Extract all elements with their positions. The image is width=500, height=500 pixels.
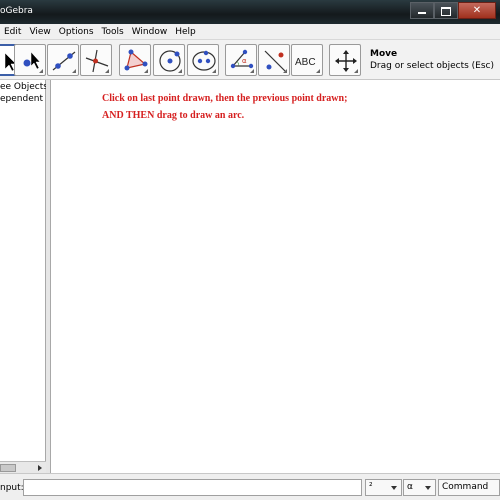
algebra-free-objects[interactable]: ee Objects (0, 82, 48, 92)
close-button[interactable]: ✕ (458, 2, 496, 19)
input-field[interactable] (23, 479, 362, 496)
conic-tool-button[interactable] (187, 44, 219, 76)
algebra-dependent-objects[interactable]: ependent O (0, 94, 53, 104)
algebra-view[interactable]: ee Objects ependent O (0, 80, 53, 473)
menu-bar: Edit View Options Tools Window Help (0, 24, 500, 40)
scrollbar-thumb[interactable] (0, 464, 16, 472)
line-tool-button[interactable] (47, 44, 79, 76)
chevron-down-icon (391, 486, 397, 490)
greek-dropdown-value: α (407, 482, 413, 492)
menu-options[interactable]: Options (55, 24, 98, 40)
move-graphics-tool-button[interactable] (329, 44, 361, 76)
menu-tools[interactable]: Tools (98, 24, 128, 40)
text-tool-label: ABC (295, 57, 316, 68)
title-bar: oGebra ✕ (0, 0, 500, 24)
menu-view[interactable]: View (25, 24, 54, 40)
chevron-down-icon (425, 486, 431, 490)
polygon-tool-button[interactable] (119, 44, 151, 76)
input-bar: nput: ² α Command ... (0, 473, 500, 500)
reflect-tool-button[interactable] (258, 44, 290, 76)
scroll-right-arrow-icon[interactable] (38, 465, 42, 471)
menu-help[interactable]: Help (171, 24, 200, 40)
selected-tool-name: Move (370, 49, 398, 59)
menu-edit[interactable]: Edit (0, 24, 25, 40)
text-tool-button[interactable]: ABC (291, 44, 323, 76)
graphics-view[interactable]: Click on last point drawn, then the prev… (51, 80, 500, 473)
maximize-button[interactable] (434, 2, 458, 19)
symbols-dropdown-value: ² (369, 482, 373, 492)
command-dropdown[interactable]: Command ... (438, 479, 500, 500)
tool-help: Move Drag or select objects (Esc) (370, 49, 494, 71)
selected-tool-description: Drag or select objects (Esc) (370, 61, 495, 71)
symbols-dropdown[interactable]: ² (365, 479, 402, 496)
minimize-button[interactable] (410, 2, 434, 19)
toolbar: α ABC Move Drag or select objects (Esc) (0, 40, 500, 80)
greek-letters-dropdown[interactable]: α (403, 479, 436, 496)
instruction-line-1: Click on last point drawn, then the prev… (102, 93, 348, 104)
algebra-horizontal-scrollbar[interactable] (0, 461, 46, 473)
input-label: nput: (0, 483, 24, 493)
circle-tool-button[interactable] (153, 44, 185, 76)
window-title: oGebra (0, 6, 33, 16)
svg-text:α: α (242, 57, 247, 65)
menu-window[interactable]: Window (128, 24, 172, 40)
perpendicular-line-tool-button[interactable] (80, 44, 112, 76)
command-dropdown-value: Command ... (442, 482, 489, 500)
instruction-line-2: AND THEN drag to draw an arc. (102, 110, 245, 121)
point-tool-button[interactable] (14, 44, 46, 76)
window-controls: ✕ (410, 2, 496, 20)
angle-tool-button[interactable]: α (225, 44, 257, 76)
